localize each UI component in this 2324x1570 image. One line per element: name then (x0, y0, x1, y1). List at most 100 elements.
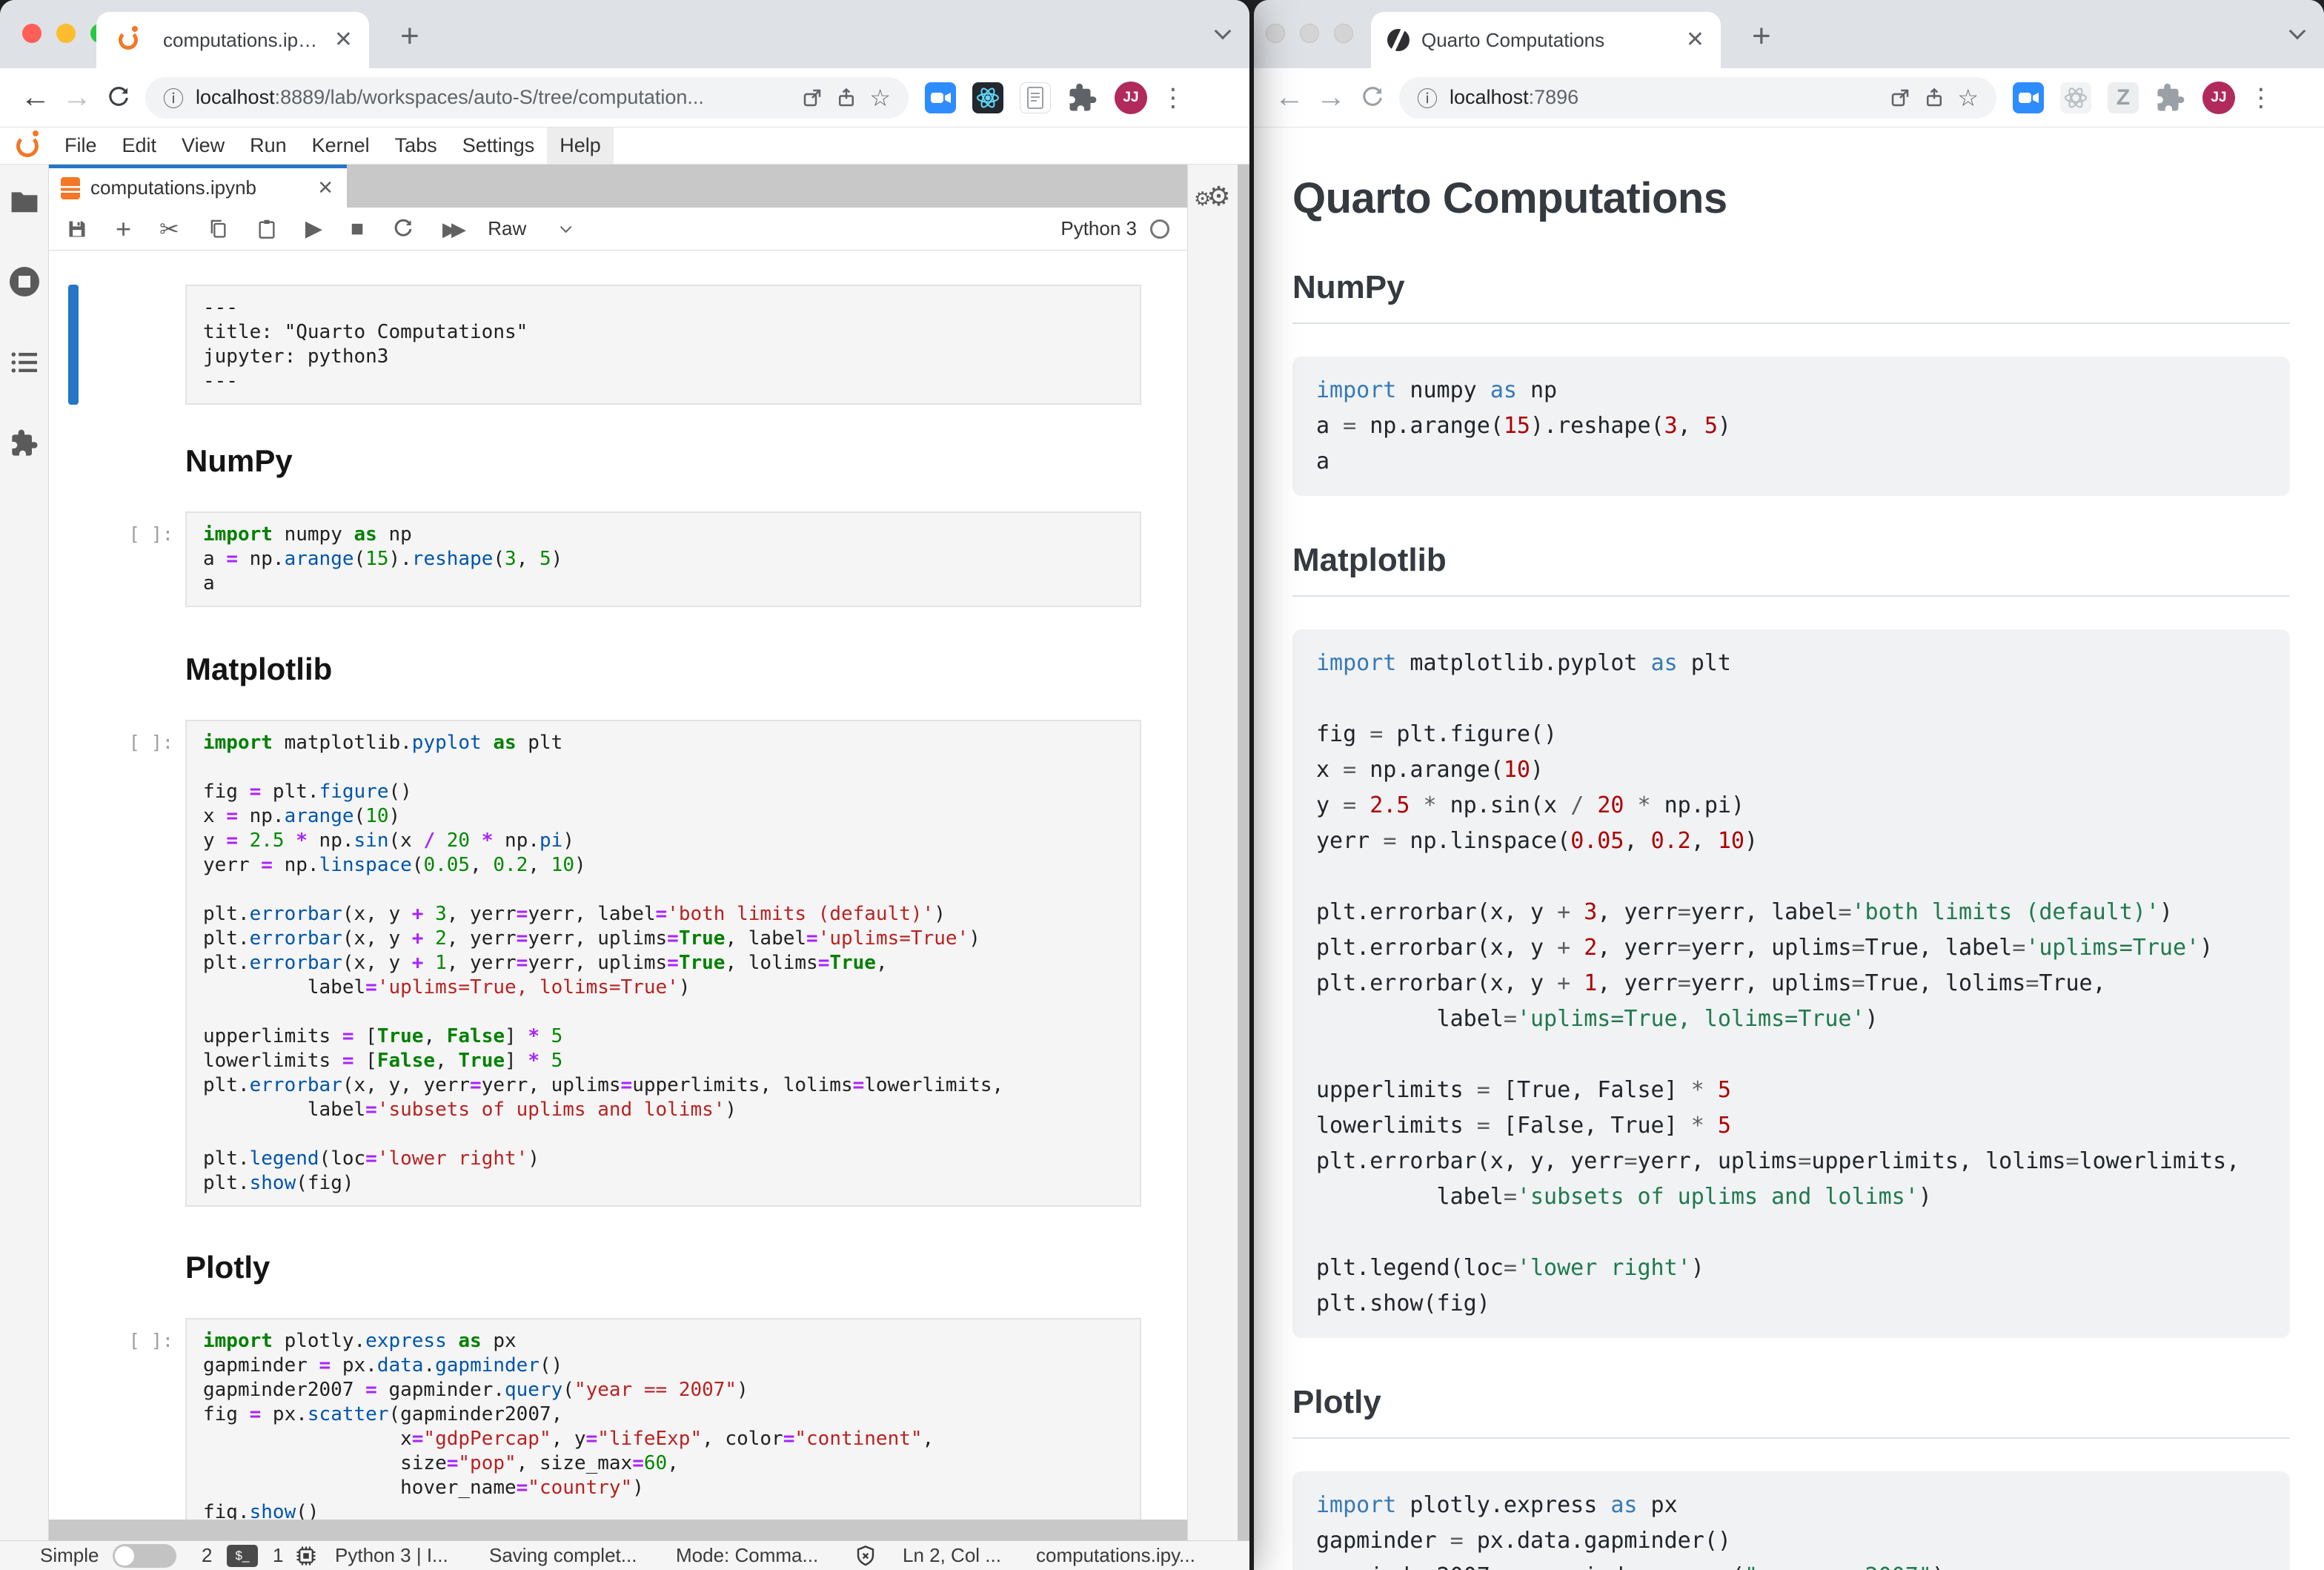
minimize-window-button[interactable] (56, 24, 76, 43)
code-cell-numpy[interactable]: [ ]: import numpy as npa = np.arange(15)… (68, 511, 1141, 607)
restart-kernel-button[interactable] (392, 218, 414, 240)
share-icon[interactable] (835, 87, 857, 109)
copy-cells-button[interactable] (208, 219, 228, 239)
reload-button[interactable] (98, 85, 139, 110)
kernel-indicator[interactable]: Python 3 (1060, 217, 1169, 240)
cut-cells-button[interactable]: ✂ (159, 217, 179, 241)
section-heading-numpy: NumPy (1292, 269, 2290, 324)
docs-extension-icon[interactable] (1020, 82, 1051, 113)
stop-kernel-button[interactable]: ■ (351, 218, 364, 240)
browser-tab[interactable]: computations.ip (auto-S) - Jup ✕ (96, 12, 369, 68)
property-inspector-gears-icon[interactable]: ⚙⚙ (1194, 181, 1231, 212)
trust-shield-icon[interactable] (854, 1544, 877, 1568)
line-col-indicator[interactable]: Ln 2, Col ... (903, 1541, 1001, 1570)
react-devtools-extension-icon[interactable] (972, 82, 1003, 113)
forward-button[interactable]: → (1310, 81, 1352, 114)
file-browser-icon[interactable] (10, 190, 39, 213)
jupyterlab-browser-window: computations.ip (auto-S) - Jup ✕ + ← → ⓘ… (0, 0, 1249, 1570)
browser-profile-avatar[interactable]: JJ (1115, 82, 1147, 114)
zoom-window-button[interactable] (1334, 24, 1353, 43)
code-cell-matplotlib[interactable]: [ ]: import matplotlib.pyplot as plt fig… (68, 720, 1141, 1207)
restart-run-all-button[interactable]: ▶▶ (442, 219, 459, 239)
extensions-puzzle-icon[interactable] (2155, 82, 2186, 113)
open-in-new-icon[interactable] (1889, 87, 1911, 109)
matplotlib-cell-editor[interactable]: import matplotlib.pyplot as plt fig = pl… (185, 720, 1141, 1207)
address-bar[interactable]: ⓘ localhost:7896 ☆ (1399, 77, 1996, 119)
matplotlib-code-block: import matplotlib.pyplot as plt fig = pl… (1292, 629, 2290, 1338)
run-cell-button[interactable]: ▶ (305, 218, 322, 240)
plotly-cell-editor[interactable]: import plotly.express as pxgapminder = p… (185, 1318, 1141, 1520)
numpy-cell-editor[interactable]: import numpy as npa = np.arange(15).resh… (185, 511, 1141, 607)
notebook-scroll-area[interactable]: ---title: "Quarto Computations"jupyter: … (49, 251, 1187, 1520)
open-in-new-icon[interactable] (801, 87, 823, 109)
menu-view[interactable]: View (169, 127, 237, 164)
forward-button[interactable]: → (56, 81, 98, 114)
site-info-icon[interactable]: ⓘ (163, 83, 184, 113)
notebook-tab-close-icon[interactable]: ✕ (317, 176, 333, 199)
simple-mode-toggle[interactable] (113, 1544, 176, 1568)
terminals-count[interactable]: 2 (202, 1541, 212, 1570)
menu-edit[interactable]: Edit (110, 127, 170, 164)
minimize-window-button[interactable] (1300, 24, 1319, 43)
raw-cell[interactable]: ---title: "Quarto Computations"jupyter: … (68, 285, 1141, 405)
extension-manager-icon[interactable] (10, 428, 39, 458)
share-icon[interactable] (1923, 87, 1945, 109)
close-window-button[interactable] (1266, 24, 1285, 43)
window-scrollbar[interactable] (1238, 165, 1249, 1540)
quarto-page[interactable]: Quarto Computations NumPy import numpy a… (1254, 127, 2324, 1570)
kernel-status-text[interactable]: Python 3 | I... (335, 1541, 448, 1570)
browser-menu-kebab-icon[interactable]: ⋮ (2248, 83, 2274, 113)
chevron-down-icon (560, 222, 572, 233)
markdown-heading-cell[interactable]: Matplotlib (68, 646, 1141, 689)
jupyter-favicon (117, 29, 139, 51)
cell-prompt: [ ]: (79, 1318, 185, 1520)
table-of-contents-icon[interactable] (10, 350, 39, 375)
menu-help[interactable]: Help (547, 127, 614, 164)
back-button[interactable]: ← (15, 81, 56, 114)
tab-close-icon[interactable]: ✕ (1686, 29, 1704, 51)
zoom-extension-icon[interactable] (2013, 82, 2044, 113)
new-tab-button[interactable]: + (1752, 18, 1771, 55)
raw-cell-editor[interactable]: ---title: "Quarto Computations"jupyter: … (185, 285, 1141, 405)
menu-tabs[interactable]: Tabs (382, 127, 450, 164)
window-controls[interactable] (1266, 24, 1353, 43)
menu-settings[interactable]: Settings (450, 127, 548, 164)
cell-type-dropdown[interactable]: Raw (488, 217, 568, 240)
bookmark-star-icon[interactable]: ☆ (1957, 86, 1979, 110)
new-tab-button[interactable]: + (400, 18, 419, 55)
save-button[interactable] (67, 219, 87, 239)
z-extension-icon[interactable]: Z (2108, 82, 2139, 113)
markdown-heading-cell[interactable]: NumPy (68, 437, 1141, 480)
browser-profile-avatar[interactable]: JJ (2202, 82, 2235, 114)
cell-prompt: [ ]: (79, 720, 185, 1207)
tab-search-chevron-icon[interactable] (2291, 25, 2303, 41)
browser-menu-kebab-icon[interactable]: ⋮ (1161, 83, 1186, 113)
back-button[interactable]: ← (1269, 81, 1310, 114)
menu-run[interactable]: Run (237, 127, 299, 164)
zoom-extension-icon[interactable] (925, 82, 956, 113)
close-window-button[interactable] (22, 24, 42, 43)
running-kernels-icon[interactable] (10, 267, 39, 297)
extensions-puzzle-icon[interactable] (1067, 82, 1098, 113)
page-title: Quarto Computations (1292, 173, 2290, 223)
code-cell-plotly[interactable]: [ ]: import plotly.express as pxgapminde… (68, 1318, 1141, 1520)
react-devtools-extension-icon[interactable] (2060, 82, 2091, 113)
tab-close-icon[interactable]: ✕ (334, 29, 353, 51)
paste-cells-button[interactable] (256, 219, 277, 239)
markdown-heading-cell[interactable]: Plotly (68, 1244, 1141, 1287)
reload-button[interactable] (1352, 85, 1393, 110)
kernels-count[interactable]: 1 (273, 1541, 283, 1570)
add-cell-button[interactable]: + (116, 216, 131, 242)
notebook-toolbar: + ✂ ▶ ■ ▶▶ Raw Python (49, 208, 1187, 251)
notebook-tab-title: computations.ipynb (90, 176, 307, 199)
browser-tab[interactable]: Quarto Computations ✕ (1371, 12, 1721, 68)
notebook-mode[interactable]: Mode: Comma... (676, 1541, 818, 1570)
site-info-icon[interactable]: ⓘ (1417, 83, 1438, 113)
tab-search-chevron-icon[interactable] (1217, 25, 1229, 41)
menu-file[interactable]: File (52, 127, 110, 164)
notebook-tab[interactable]: computations.ipynb ✕ (49, 165, 347, 208)
address-bar[interactable]: ⓘ localhost:8889/lab/workspaces/auto-S/t… (145, 77, 909, 119)
menu-kernel[interactable]: Kernel (299, 127, 382, 164)
bookmark-star-icon[interactable]: ☆ (869, 86, 891, 110)
browser-tab-strip: computations.ip (auto-S) - Jup ✕ + (0, 0, 1249, 68)
